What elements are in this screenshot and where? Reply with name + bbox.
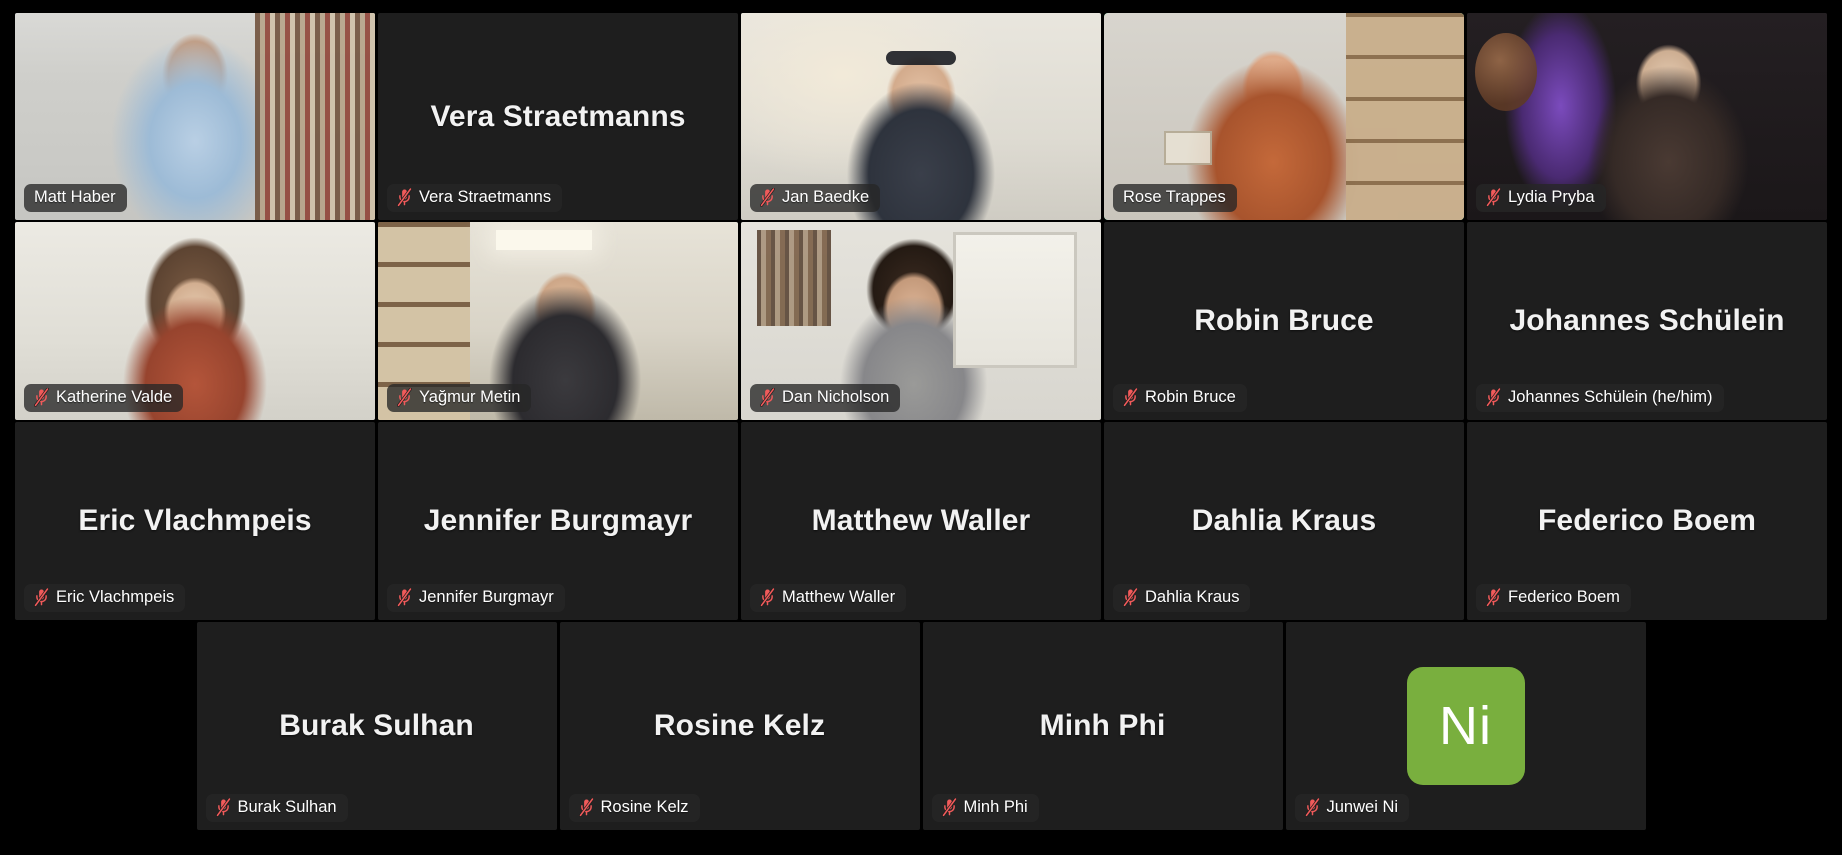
mic-muted-icon: [215, 798, 231, 817]
mic-muted-icon: [397, 588, 412, 607]
participant-name-pill: Robin Bruce: [1113, 384, 1247, 412]
mic-muted-icon: [34, 588, 49, 607]
participant-name-pill: Federico Boem: [1476, 584, 1631, 612]
participant-name-pill: Junwei Ni: [1294, 794, 1410, 822]
participant-tile-robin-bruce[interactable]: Robin Bruce Robin Bruce: [1104, 222, 1464, 420]
mic-muted-icon: [34, 388, 49, 407]
participant-name-label: Junwei Ni: [1326, 798, 1399, 817]
mic-muted-icon: [1123, 588, 1138, 607]
mic-muted-icon: [397, 188, 412, 207]
participant-name-label: Federico Boem: [1508, 588, 1620, 607]
participant-tile-johannes-sch-lein[interactable]: Johannes Schülein Johannes Schülein (he/h…: [1467, 222, 1827, 420]
participant-tile-jennifer-burgmayr[interactable]: Jennifer Burgmayr Jennifer Burgmayr: [378, 422, 738, 620]
participant-name-pill: Dan Nicholson: [750, 384, 901, 412]
participant-name-label: Rosine Kelz: [600, 798, 689, 817]
mic-muted-icon: [397, 388, 412, 407]
mic-muted-icon: [941, 798, 957, 817]
participant-display-name: Johannes Schülein: [1509, 304, 1785, 337]
participant-name-label: Rose Trappes: [1123, 188, 1226, 207]
participant-name-pill: Vera Straetmanns: [387, 184, 563, 212]
participant-tile-katherine-valde[interactable]: Katherine Valde: [15, 222, 375, 420]
participant-display-name: Rosine Kelz: [653, 709, 826, 742]
participant-name-label: Lydia Pryba: [1508, 188, 1595, 207]
participant-name-pill: Yağmur Metin: [387, 384, 532, 412]
participant-name-label: Minh Phi: [963, 798, 1028, 817]
participant-name-pill: Burak Sulhan: [205, 794, 348, 822]
participant-display-name: Eric Vlachmpeis: [78, 504, 312, 537]
participant-name-pill: Johannes Schülein (he/him): [1476, 384, 1724, 412]
gallery-row-3: Eric Vlachmpeis Eric Vlachmpeis Jennifer B…: [0, 422, 1842, 620]
participant-name-label: Johannes Schülein (he/him): [1508, 388, 1713, 407]
participant-name-pill: Minh Phi: [931, 794, 1039, 822]
participant-display-name: Dahlia Kraus: [1191, 504, 1377, 537]
participant-name-label: Burak Sulhan: [237, 798, 337, 817]
participant-display-name: Burak Sulhan: [279, 709, 474, 742]
participant-name-label: Robin Bruce: [1145, 388, 1236, 407]
participant-name-label: Eric Vlachmpeis: [56, 588, 175, 607]
participant-name-label: Matthew Waller: [782, 588, 896, 607]
mic-muted-icon: [1486, 588, 1501, 607]
gallery-row-2: Katherine Valde Yağmur Metin Dan Nicholson…: [0, 222, 1842, 420]
mic-muted-icon: [760, 388, 775, 407]
participant-name-pill: Rosine Kelz: [568, 794, 700, 822]
participant-tile-ya-mur-metin[interactable]: Yağmur Metin: [378, 222, 738, 420]
participant-name-label: Jan Baedke: [782, 188, 870, 207]
zoom-gallery-view: Matt Haber Vera Straetmanns Vera Straetman…: [0, 0, 1842, 855]
mic-muted-icon: [1486, 188, 1501, 207]
participant-name-label: Vera Straetmanns: [419, 188, 552, 207]
participant-display-name: Federico Boem: [1537, 504, 1757, 537]
participant-name-pill: Rose Trappes: [1113, 184, 1237, 212]
participant-name-pill: Jennifer Burgmayr: [387, 584, 565, 612]
avatar: Ni: [1406, 667, 1525, 785]
participant-name-pill: Dahlia Kraus: [1113, 584, 1251, 612]
participant-tile-junwei-ni[interactable]: Ni Junwei Ni: [1285, 622, 1646, 830]
participant-display-name: Matthew Waller: [811, 504, 1031, 537]
gallery-row-4: Burak Sulhan Burak Sulhan Rosine Kelz Rosin…: [0, 622, 1842, 830]
participant-name-label: Katherine Valde: [56, 388, 173, 407]
participant-tile-minh-phi[interactable]: Minh Phi Minh Phi: [922, 622, 1283, 830]
mic-muted-icon: [1123, 388, 1138, 407]
participant-display-name: Jennifer Burgmayr: [423, 504, 693, 537]
participant-name-label: Yağmur Metin: [419, 388, 521, 407]
participant-name-label: Matt Haber: [34, 188, 116, 207]
mic-muted-icon: [760, 588, 775, 607]
participant-name-pill: Matthew Waller: [750, 584, 907, 612]
participant-tile-rosine-kelz[interactable]: Rosine Kelz Rosine Kelz: [559, 622, 920, 830]
mic-muted-icon: [760, 188, 775, 207]
participant-tile-federico-boem[interactable]: Federico Boem Federico Boem: [1467, 422, 1827, 620]
participant-tile-burak-sulhan[interactable]: Burak Sulhan Burak Sulhan: [196, 622, 557, 830]
participant-name-pill: Matt Haber: [24, 184, 127, 212]
mic-muted-icon: [578, 798, 594, 817]
participant-display-name: Robin Bruce: [1194, 304, 1374, 337]
participant-tile-dan-nicholson[interactable]: Dan Nicholson: [741, 222, 1101, 420]
participant-name-label: Jennifer Burgmayr: [419, 588, 554, 607]
participant-name-pill: Jan Baedke: [750, 184, 881, 212]
participant-tile-lydia-pryba[interactable]: Lydia Pryba: [1467, 13, 1827, 220]
participant-display-name: Minh Phi: [1039, 709, 1166, 742]
participant-name-pill: Katherine Valde: [24, 384, 184, 412]
participant-tile-dahlia-kraus[interactable]: Dahlia Kraus Dahlia Kraus: [1104, 422, 1464, 620]
participant-tile-eric-vlachmpeis[interactable]: Eric Vlachmpeis Eric Vlachmpeis: [15, 422, 375, 620]
gallery-row-1: Matt Haber Vera Straetmanns Vera Straetman…: [0, 13, 1842, 220]
participant-tile-matt-haber[interactable]: Matt Haber: [15, 13, 375, 220]
participant-tile-jan-baedke[interactable]: Jan Baedke: [741, 13, 1101, 220]
participant-name-pill: Lydia Pryba: [1476, 184, 1606, 212]
participant-tile-rose-trappes[interactable]: Rose Trappes: [1104, 13, 1464, 220]
participant-name-label: Dan Nicholson: [782, 388, 890, 407]
participant-display-name: Vera Straetmanns: [430, 99, 686, 133]
mic-muted-icon: [1304, 798, 1320, 817]
participant-tile-matthew-waller[interactable]: Matthew Waller Matthew Waller: [741, 422, 1101, 620]
participant-name-pill: Eric Vlachmpeis: [24, 584, 186, 612]
participant-name-label: Dahlia Kraus: [1145, 588, 1240, 607]
mic-muted-icon: [1486, 388, 1501, 407]
participant-tile-vera-straetmanns[interactable]: Vera Straetmanns Vera Straetmanns: [378, 13, 738, 220]
